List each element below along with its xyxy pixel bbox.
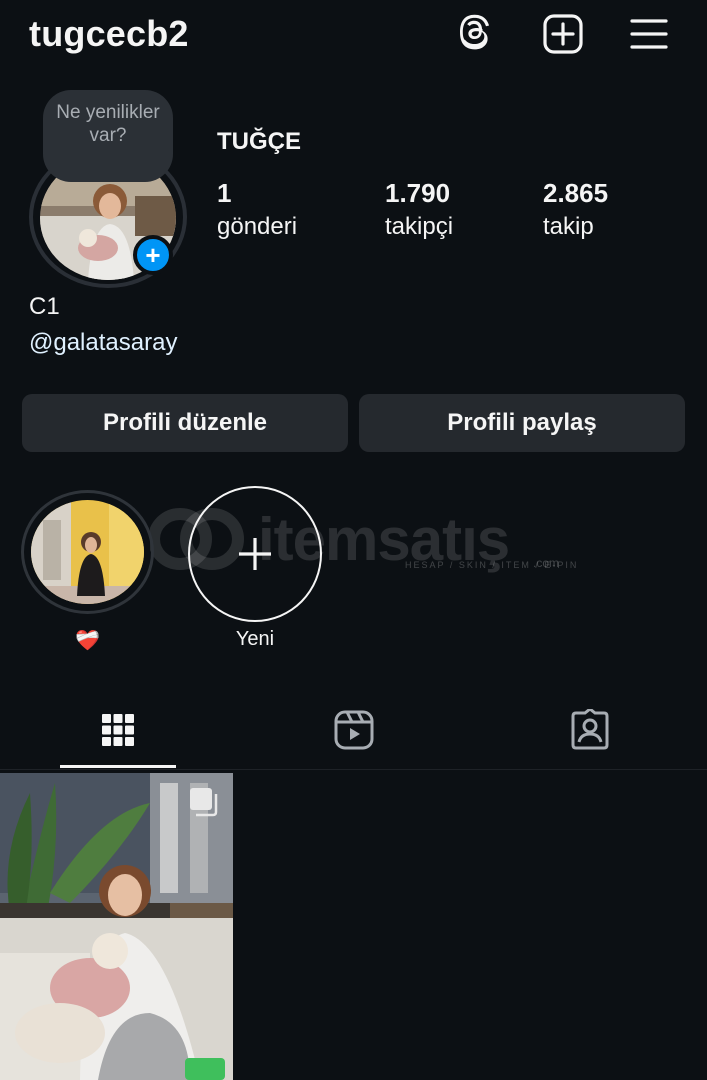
stat-posts-value: 1 [217,178,232,208]
stat-following-label: takip [543,213,594,240]
stat-following-value: 2.865 [543,178,609,208]
tab-reels[interactable] [236,690,471,770]
create-post-icon[interactable] [541,12,585,56]
share-profile-button[interactable]: Profili paylaş [359,394,685,452]
active-tab-indicator [60,765,176,768]
grid-icon [101,714,134,746]
stat-posts-label: gönderi [217,213,298,240]
menu-icon[interactable] [627,12,671,56]
stat-followers-value: 1.790 [385,178,451,208]
tagged-icon [571,709,608,750]
bio-text: C1 [29,293,60,320]
post-thumbnail[interactable] [0,773,233,1080]
new-highlight-button[interactable] [188,486,322,622]
add-story-button[interactable]: + [133,235,173,275]
highlight-label: ❤️‍🩹 [75,630,100,652]
tab-tagged[interactable] [472,690,707,770]
new-highlight-label: Yeni [235,628,275,650]
tab-grid[interactable] [0,690,235,770]
highlight-cover [31,500,144,604]
profile-username[interactable]: tugcecb2 [29,13,189,55]
bio-mention-link[interactable]: @galatasaray [29,329,177,357]
threads-icon[interactable] [455,12,499,56]
watermark-suffix: .com [533,556,560,570]
note-bubble[interactable]: Ne yenilikler var? [43,90,173,182]
multi-photo-icon [189,787,219,817]
display-name: TUĞÇE [217,128,301,155]
plus-icon [239,538,271,570]
top-bar: tugcecb2 [0,0,707,70]
reels-icon [334,710,373,750]
edit-profile-button[interactable]: Profili düzenle [22,394,348,452]
new-highlight-ring [188,486,322,622]
highlight-item[interactable] [21,490,154,614]
profile-tabs [0,690,707,770]
stat-followers-label: takipçi [385,213,454,240]
stat-following[interactable]: 2.865 takip [543,177,608,245]
stat-followers[interactable]: 1.790 takipçi [385,177,453,245]
stat-posts[interactable]: 1 gönderi [217,177,297,245]
